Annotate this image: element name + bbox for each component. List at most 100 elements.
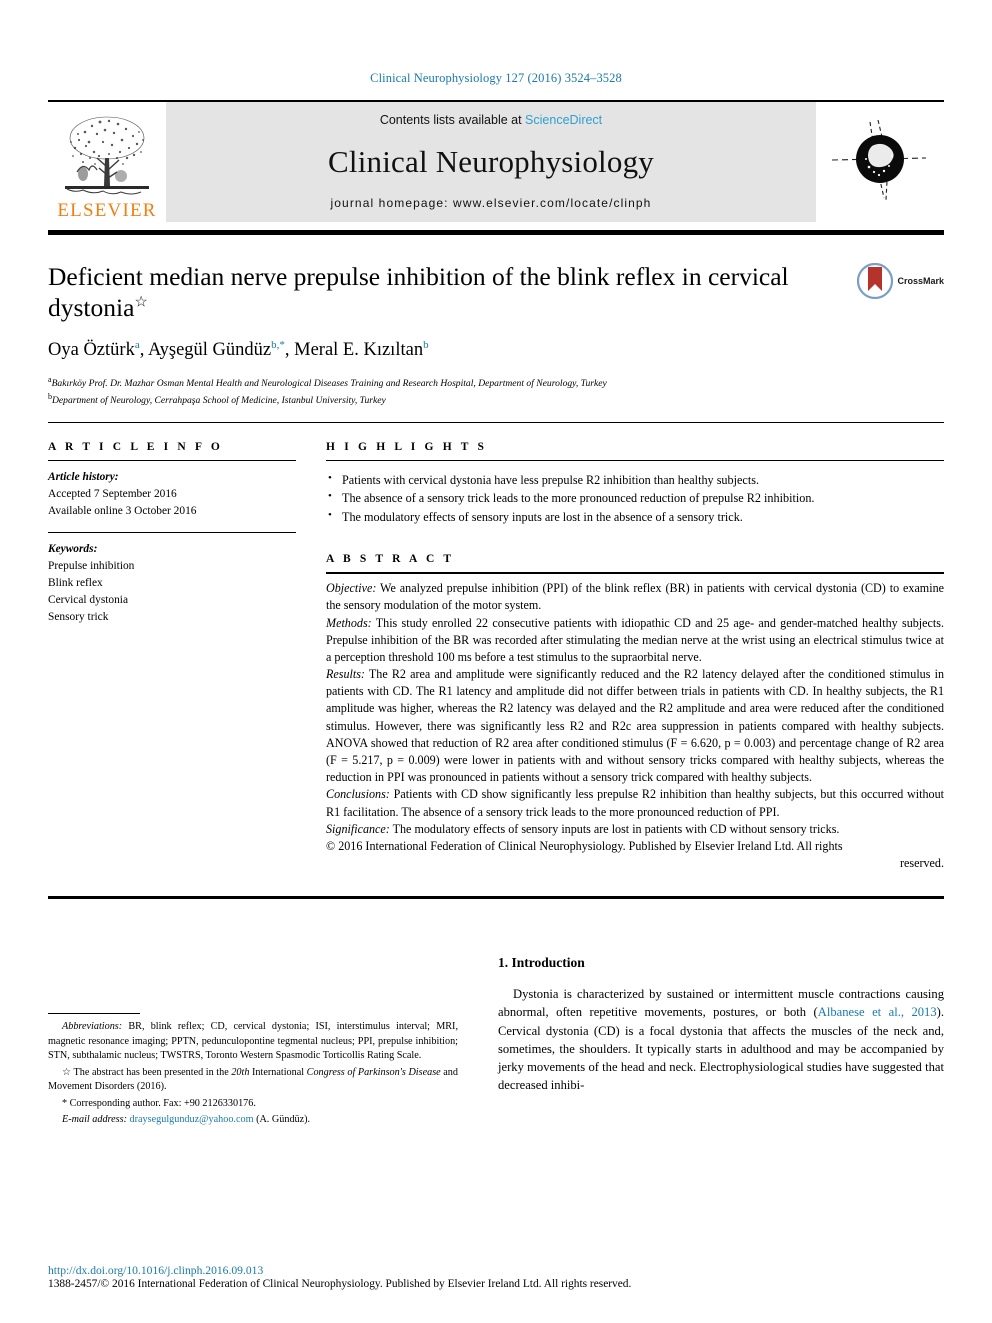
footnote-separator [48,1013,140,1015]
email-owner: (A. Gündüz). [253,1114,311,1126]
list-item: Patients with cervical dystonia have les… [326,470,944,490]
abstract-section: Objective: We analyzed prepulse inhibiti… [326,580,944,614]
abstract-text: This study enrolled 22 consecutive patie… [326,615,944,664]
page-title: Deficient median nerve prepulse inhibiti… [48,261,818,323]
abstract-section: Significance: The modulatory effects of … [326,821,944,838]
abstract-label: Objective: [326,581,377,596]
abstract-section: Results: The R2 area and amplitude were … [326,666,944,786]
abstract-label: Methods: [326,615,372,630]
list-item: The modulatory effects of sensory inputs… [326,507,944,527]
abstract-rule [326,572,944,575]
brain-orbit-icon [831,119,927,201]
email-note: E-mail address: draysegulgunduz@yahoo.co… [48,1113,458,1127]
keywords-label: Keywords: [48,542,98,555]
body-columns: Abbreviations: BR, blink reflex; CD, cer… [48,955,944,1129]
article-info-rule [48,459,296,461]
abstract-section: Methods: This study enrolled 22 consecut… [326,615,944,667]
abstract-bottom-rule [48,896,944,900]
abstract-body: Objective: We analyzed prepulse inhibiti… [326,580,944,872]
abstract-text: We analyzed prepulse inhibition (PPI) of… [326,581,944,613]
article-history-item: Accepted 7 September 2016 [48,487,177,500]
author-name: Oya Öztürk [48,340,135,361]
article-history: Article history: Accepted 7 September 20… [48,469,296,520]
affiliation-text: Bakırköy Prof. Dr. Mazhar Osman Mental H… [51,378,607,390]
introduction-paragraph: Dystonia is characterized by sustained o… [498,985,944,1095]
sciencedirect-link[interactable]: ScienceDirect [525,113,602,127]
elsevier-logo: ELSEVIER [48,102,166,222]
introduction-heading: 1. Introduction [498,955,585,971]
citation-link[interactable]: Albanese et al., 2013 [818,1005,937,1019]
abstract-block: A B S T R A C T Objective: We analyzed p… [326,553,944,872]
journal-cover-mark [816,102,944,222]
masthead-center: Contents lists available at ScienceDirec… [166,102,816,222]
star-footnote-ital-2: Congress of Parkinson's Disease [306,1066,441,1078]
affiliation-item: aBakırköy Prof. Dr. Mazhar Osman Mental … [48,374,944,391]
affiliation-text: Department of Neurology, Cerrahpaşa Scho… [52,395,386,407]
elsevier-tree-icon [65,116,149,195]
star-footnote-mid: International [249,1066,307,1078]
elsevier-wordmark: ELSEVIER [57,200,157,221]
paper-title-text: Deficient median nerve prepulse inhibiti… [48,262,789,323]
email-link[interactable]: draysegulgunduz@yahoo.com [130,1114,254,1125]
highlights-list: Patients with cervical dystonia have les… [326,470,944,528]
crossmark-badge[interactable]: CrossMark [857,263,944,299]
author-name: Ayşegül Gündüz [147,340,272,361]
list-item: The absence of a sensory trick leads to … [326,488,944,508]
running-head: Clinical Neurophysiology 127 (2016) 3524… [370,71,622,85]
abstract-text: Patients with CD show significantly less… [326,787,944,819]
abstract-label: Significance: [326,821,390,836]
abstract-section: Conclusions: Patients with CD show signi… [326,786,944,820]
keyword-item: Cervical dystonia [48,594,129,607]
journal-title: Clinical Neurophysiology [328,143,654,179]
title-block: CrossMark Deficient median nerve prepuls… [48,261,944,409]
abstract-text: The R2 area and amplitude were significa… [326,667,944,785]
crossmark-icon [857,263,894,299]
paper-page: Clinical Neurophysiology 127 (2016) 3524… [0,0,992,1323]
title-footnote-marker: ☆ [134,294,148,311]
keyword-item: Sensory trick [48,611,109,624]
keywords-block: Keywords: Prepulse inhibition Blink refl… [48,531,296,627]
author-list: Oya Öztürka, Ayşegül Gündüzb,*, Meral E.… [48,339,429,361]
article-history-item: Available online 3 October 2016 [48,504,197,517]
email-label: E-mail address: [62,1114,127,1126]
star-footnote: ☆ The abstract has been presented in the… [48,1066,458,1095]
abbreviations-label: Abbreviations: [62,1021,123,1033]
article-info-column: A R T I C L E I N F O Article history: A… [48,441,296,627]
introduction-column: 1. Introduction Dystonia is characterize… [458,955,944,1095]
author-affil-marker: a [134,339,140,352]
author-name: Meral E. Kızıltan [294,340,424,361]
highlights-rule [326,459,944,461]
highlights-heading: H I G H L I G H T S [326,440,488,453]
abstract-label: Conclusions: [326,787,390,802]
corresponding-author-note: * Corresponding author. Fax: +90 2126330… [62,1097,256,1109]
star-footnote-pre: ☆ The abstract has been presented in the [62,1066,232,1078]
keywords-rule [48,531,296,533]
keywords-list: Keywords: Prepulse inhibition Blink refl… [48,541,296,627]
title-bottom-rule [48,421,944,423]
journal-masthead: ELSEVIER Contents lists available at Sci… [48,100,944,222]
abbreviations-note: Abbreviations: BR, blink reflex; CD, cer… [48,1020,458,1063]
contents-prefix: Contents lists available at [379,113,526,127]
affiliations: aBakırköy Prof. Dr. Mazhar Osman Mental … [48,374,944,408]
issn-copyright-line: 1388-2457/© 2016 International Federatio… [48,1278,632,1290]
author-affil-marker: b [423,339,429,352]
abstract-copyright-tail: reserved. [900,856,944,871]
abstract-heading: A B S T R A C T [326,553,455,566]
footnotes-column: Abbreviations: BR, blink reflex; CD, cer… [48,955,458,1129]
journal-homepage-link[interactable]: journal homepage: www.elsevier.com/locat… [331,196,652,210]
affiliation-item: bDepartment of Neurology, Cerrahpaşa Sch… [48,391,944,408]
star-footnote-ital-1: 20th [231,1066,250,1078]
article-info-heading: A R T I C L E I N F O [48,440,223,453]
abstract-label: Results: [326,667,365,682]
doi-link[interactable]: http://dx.doi.org/10.1016/j.clinph.2016.… [48,1264,944,1277]
page-footer: http://dx.doi.org/10.1016/j.clinph.2016.… [48,1264,944,1290]
info-abstract-columns: A R T I C L E I N F O Article history: A… [48,441,944,873]
contents-available-line: Contents lists available at ScienceDirec… [380,113,602,127]
keyword-item: Blink reflex [48,577,103,590]
keyword-item: Prepulse inhibition [48,560,135,572]
article-history-label: Article history: [48,470,119,483]
author-affil-marker: b,* [271,339,285,352]
footnotes: Abbreviations: BR, blink reflex; CD, cer… [48,1020,458,1127]
abstract-text: The modulatory effects of sensory inputs… [389,821,840,836]
crossmark-label: CrossMark [897,276,944,286]
